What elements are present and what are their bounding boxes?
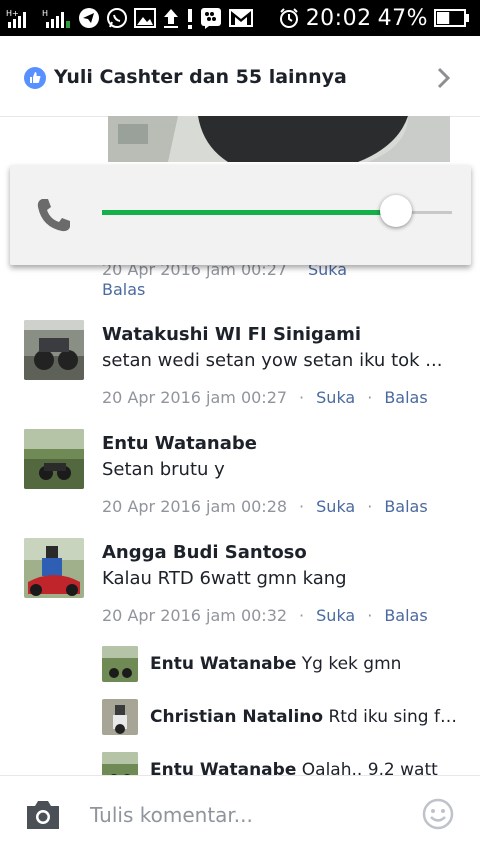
comment-author[interactable]: Angga Budi Santoso: [102, 542, 307, 563]
clock: 20:02: [305, 5, 372, 31]
likes-summary: Yuli Cashter dan 55 lainnya: [54, 66, 347, 88]
battery-percent: 47%: [377, 5, 428, 31]
comment-meta: 20 Apr 2016 jam 00:28 · Suka · Balas: [102, 497, 428, 516]
reply-content: Christian Natalino Rtd iku sing fog...: [150, 707, 462, 727]
battery-icon: [434, 7, 470, 29]
status-right: 20:02 47%: [278, 5, 470, 31]
comment-author[interactable]: Watakushi WI FI Sinigami: [102, 324, 361, 345]
smiley-icon[interactable]: [422, 798, 454, 830]
chevron-right-icon[interactable]: [436, 66, 452, 90]
whatsapp-icon: [106, 7, 128, 29]
svg-text:H+: H+: [6, 9, 19, 18]
comment-text: Kalau RTD 6watt gmn kang: [102, 568, 347, 589]
phone-icon: [34, 195, 74, 235]
comment-date: 20 Apr 2016 jam 00:32: [102, 606, 288, 625]
alarm-icon: [278, 7, 300, 29]
alert-icon: [186, 7, 194, 29]
svg-text:H: H: [42, 9, 48, 18]
reply-text: Rtd iku sing fog...: [328, 707, 463, 727]
reply-link[interactable]: Balas: [384, 497, 427, 516]
likes-header[interactable]: Yuli Cashter dan 55 lainnya: [0, 36, 480, 117]
telegram-icon: [78, 7, 100, 29]
camera-icon[interactable]: [24, 798, 62, 832]
reply-author[interactable]: Christian Natalino: [150, 707, 323, 727]
avatar[interactable]: [24, 429, 84, 489]
reply-item: Christian Natalino Rtd iku sing fog...: [0, 699, 480, 739]
comment-text: setan wedi setan yow setan iku tok ...: [102, 350, 443, 371]
like-link[interactable]: Suka: [316, 388, 355, 407]
reply-content: Entu Watanabe Yg kek gmn: [150, 654, 462, 674]
image-icon: [134, 7, 156, 29]
comment-meta: 20 Apr 2016 jam 00:27 · Suka · Balas: [102, 388, 428, 407]
volume-panel: [10, 165, 471, 265]
comment-photo[interactable]: [108, 116, 450, 162]
comment-composer: Tulis komentar...: [0, 775, 480, 854]
status-bar: H+ H 20:02 47%: [0, 0, 480, 36]
notification-icons: H+ H: [6, 6, 254, 30]
comment-date: 20 Apr 2016 jam 00:28: [102, 497, 288, 516]
signal-ht-icon: H+: [6, 7, 36, 29]
reply-link[interactable]: Balas: [384, 388, 427, 407]
signal-bars-icon: H: [42, 7, 72, 29]
upload-icon: [162, 7, 180, 29]
avatar[interactable]: [24, 320, 84, 380]
reply-text: Yg kek gmn: [301, 654, 402, 674]
volume-slider[interactable]: [102, 195, 452, 227]
avatar[interactable]: [102, 699, 138, 735]
comment-date: 20 Apr 2016 jam 00:27: [102, 388, 288, 407]
reply-item: Entu Watanabe Yg kek gmn: [0, 646, 480, 686]
gmail-icon: [228, 7, 254, 29]
comment-meta: 20 Apr 2016 jam 00:32 · Suka · Balas: [102, 606, 428, 625]
like-badge-icon: [24, 67, 46, 89]
avatar[interactable]: [102, 646, 138, 682]
reply-author[interactable]: Entu Watanabe: [150, 654, 296, 674]
comments-sheet: Yuli Cashter dan 55 lainnya 20 Apr 2016 …: [0, 36, 480, 854]
like-link[interactable]: Suka: [316, 497, 355, 516]
volume-slider-fill: [102, 210, 396, 215]
avatar[interactable]: [24, 538, 84, 598]
partial-reply-link[interactable]: Balas: [102, 280, 145, 299]
comment-author[interactable]: Entu Watanabe: [102, 433, 257, 454]
reply-link[interactable]: Balas: [384, 606, 427, 625]
like-link[interactable]: Suka: [316, 606, 355, 625]
volume-slider-thumb[interactable]: [380, 195, 412, 227]
comment-text: Setan brutu y: [102, 459, 225, 480]
bbm-icon: [200, 7, 222, 29]
comment-input[interactable]: Tulis komentar...: [90, 803, 253, 827]
